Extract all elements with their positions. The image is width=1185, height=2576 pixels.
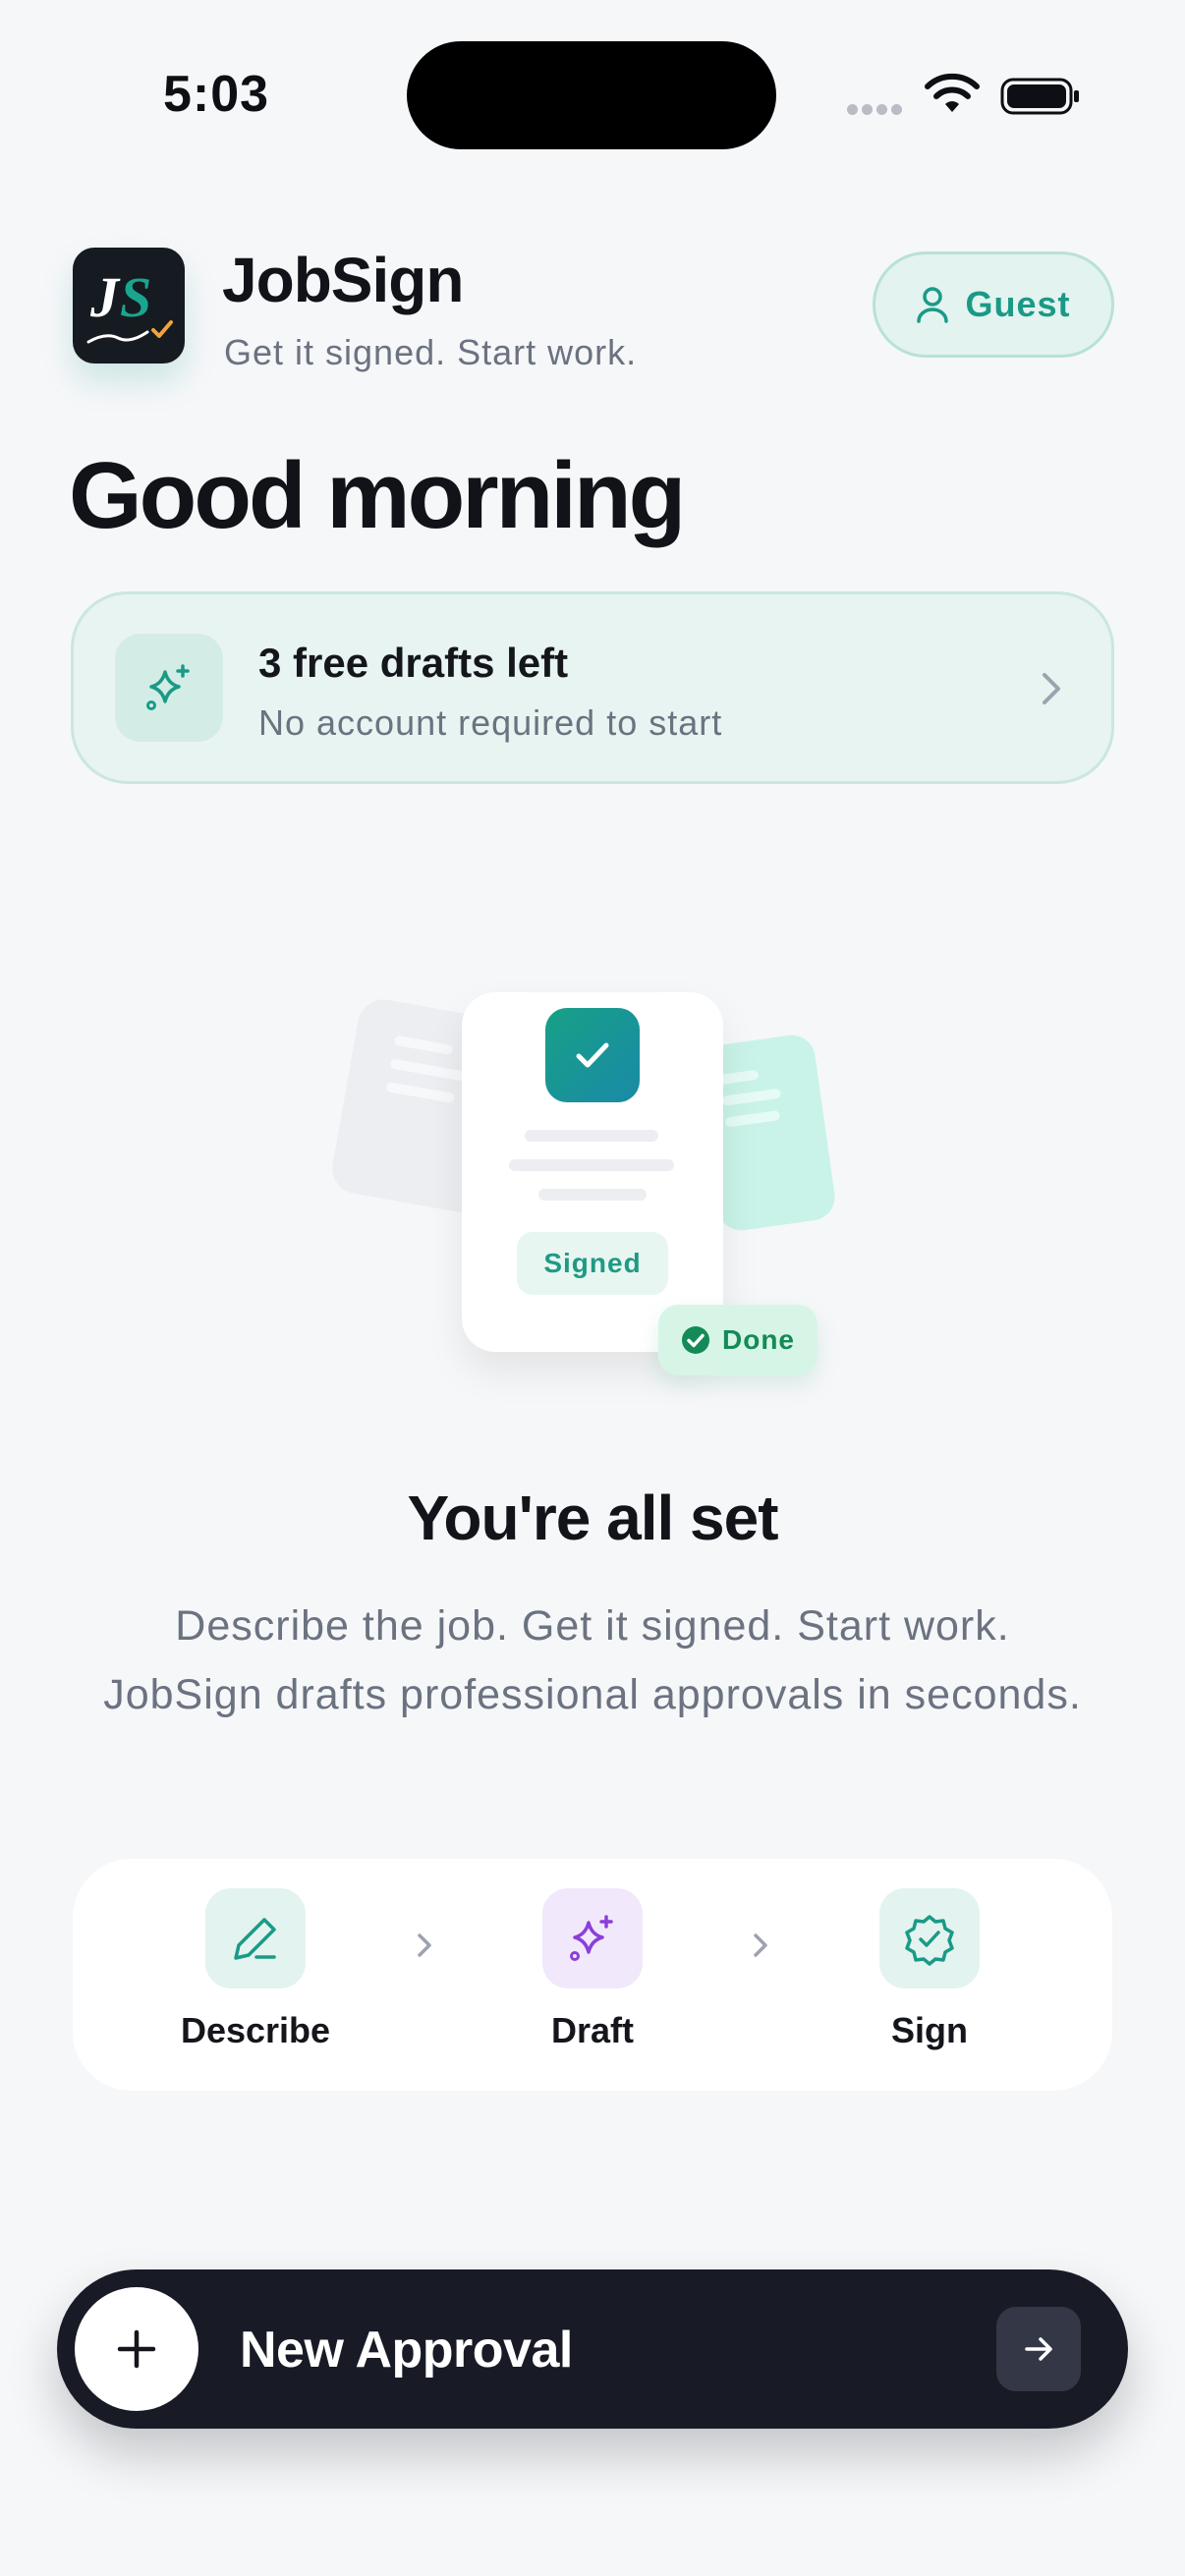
step-describe: Describe	[138, 1888, 373, 2051]
steps-card: Describe Draft Sign	[73, 1859, 1112, 2091]
logo-mark-icon: J S	[86, 265, 173, 344]
new-approval-button[interactable]: New Approval	[57, 2269, 1128, 2429]
app-logo: J S	[73, 248, 185, 364]
done-label: Done	[722, 1324, 795, 1355]
battery-icon	[1000, 78, 1079, 115]
svg-text:J: J	[89, 265, 121, 329]
check-icon	[545, 1008, 640, 1102]
user-icon	[917, 287, 949, 323]
signed-badge: Signed	[517, 1232, 668, 1295]
arrow-right-icon	[996, 2307, 1081, 2391]
signed-document-card: Signed	[462, 992, 723, 1352]
step-label: Draft	[550, 2010, 634, 2050]
free-drafts-card[interactable]: 3 free drafts left No account required t…	[71, 591, 1114, 784]
signed-document-illustration: Signed Done	[328, 992, 865, 1385]
signal-dots-icon	[847, 102, 908, 116]
step-sign: Sign	[812, 1888, 1047, 2051]
plus-icon	[75, 2287, 198, 2411]
chevron-right-icon	[754, 1933, 767, 1957]
status-time: 5:03	[163, 66, 270, 123]
app-name: JobSign	[222, 245, 464, 315]
drafts-title: 3 free drafts left	[258, 640, 569, 686]
dynamic-island	[407, 41, 776, 149]
chevron-right-icon	[1043, 673, 1060, 704]
chevron-right-icon	[418, 1933, 431, 1957]
svg-text:S: S	[120, 265, 151, 329]
sparkle-icon	[542, 1888, 643, 1988]
guest-button[interactable]: Guest	[873, 252, 1114, 358]
step-label: Describe	[180, 2010, 331, 2050]
badge-check-icon	[879, 1888, 980, 1988]
drafts-subtitle: No account required to start	[258, 702, 723, 743]
greeting-title: Good morning	[69, 443, 686, 548]
new-approval-label: New Approval	[240, 2322, 573, 2379]
step-label: Sign	[891, 2010, 968, 2050]
pencil-icon	[205, 1888, 306, 1988]
guest-label: Guest	[965, 284, 1071, 324]
wifi-icon	[925, 73, 980, 112]
done-badge: Done	[658, 1305, 818, 1375]
check-circle-icon	[682, 1326, 709, 1354]
empty-state-title: You're all set	[407, 1483, 778, 1553]
app-tagline: Get it signed. Start work.	[224, 332, 638, 372]
step-draft: Draft	[475, 1888, 710, 2051]
empty-state-description: Describe the job. Get it signed. Start w…	[103, 1602, 1082, 1718]
sparkle-icon	[115, 634, 223, 742]
